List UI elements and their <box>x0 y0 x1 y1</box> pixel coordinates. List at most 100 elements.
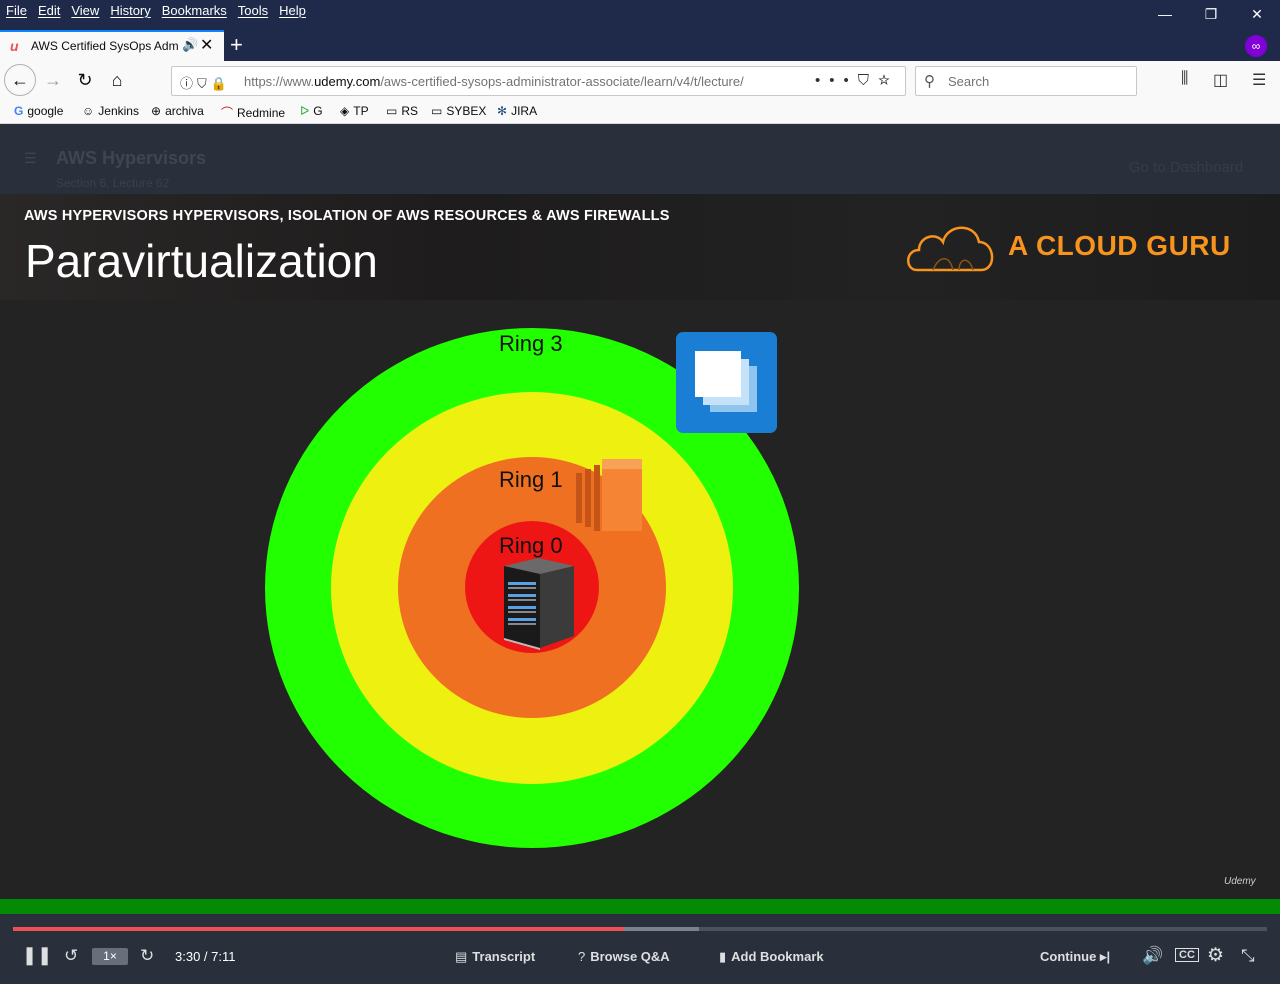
server-icon <box>504 558 574 650</box>
dashboard-link[interactable]: Go to Dashboard <box>1129 159 1243 176</box>
continue-button[interactable]: Continue ▸| <box>1040 949 1110 965</box>
ring-1-label: Ring 1 <box>499 467 563 492</box>
star-icon[interactable]: ☆ <box>878 72 899 89</box>
search-icon: ⚲ <box>924 73 935 90</box>
fullscreen-icon[interactable]: ⤡ <box>1241 946 1255 966</box>
bookmark-folder-rs[interactable]: ▭ RS <box>386 104 418 118</box>
menu-history[interactable]: History <box>110 3 150 18</box>
bookmark-label: google <box>27 104 64 118</box>
reload-button[interactable]: ↻ <box>70 65 100 95</box>
home-icon[interactable]: ⌂ <box>102 65 132 95</box>
redmine-icon: ⌒ <box>221 106 234 120</box>
settings-gear-icon[interactable]: ⚙ <box>1207 944 1224 967</box>
bookmark-label: archiva <box>165 104 204 118</box>
globe-icon: ⊕ <box>151 104 162 118</box>
green-strip <box>0 899 1280 914</box>
tab-title: AWS Certified SysOps Administrator <box>31 39 179 53</box>
speaker-icon[interactable]: 🔊 <box>182 37 198 53</box>
browse-qa-label: Browse Q&A <box>590 949 670 964</box>
cloud-logo-icon <box>907 226 994 272</box>
ec2-instance-icon <box>576 459 642 531</box>
rewind-icon[interactable]: ↺ <box>64 946 78 966</box>
forward-icon[interactable]: ↻ <box>140 946 154 966</box>
hamburger-menu-icon[interactable]: ☰ <box>1252 70 1266 90</box>
progress-played <box>13 927 624 931</box>
search-input[interactable]: ⚲ Search <box>915 66 1137 96</box>
menu-view[interactable]: View <box>71 3 99 18</box>
tp-icon: ◈ <box>340 104 350 118</box>
skip-next-icon: ▸| <box>1099 949 1111 964</box>
page-actions[interactable]: •••⛉☆ <box>815 72 899 89</box>
captions-icon[interactable]: CC <box>1175 948 1199 962</box>
bookmark-tp[interactable]: ◈ TP <box>340 104 369 118</box>
tab-bar: u AWS Certified SysOps Administrator 🔊 ✕… <box>0 30 1280 61</box>
bookmark-redmine[interactable]: ⌒ Redmine <box>221 104 285 121</box>
bookmark-label: RS <box>401 104 419 118</box>
document-icon: ▤ <box>455 949 468 964</box>
g-icon: ᐅ <box>300 104 310 118</box>
video-frame[interactable]: AWS HYPERVISORS HYPERVISORS, ISOLATION O… <box>0 194 1280 899</box>
continue-label: Continue <box>1040 949 1097 964</box>
close-tab-button[interactable]: ✕ <box>200 35 213 55</box>
url-bar[interactable]: ⓘ⛉🔒 https://www.udemy.com/aws-certified-… <box>171 66 906 96</box>
new-tab-button[interactable]: + <box>230 32 243 58</box>
forward-button[interactable]: → <box>38 65 68 95</box>
pause-button[interactable]: ❚❚ <box>22 945 52 966</box>
udemy-watermark: Udemy <box>1224 876 1256 887</box>
bookmark-folder-sybex[interactable]: ▭ SYBEX <box>431 104 486 118</box>
lock-icon: 🔒 <box>210 76 231 91</box>
transcript-label: Transcript <box>472 949 536 964</box>
lecture-title: AWS Hypervisors <box>56 148 207 168</box>
tab-udemy[interactable]: u AWS Certified SysOps Administrator 🔊 ✕ <box>0 30 224 61</box>
transcript-button[interactable]: ▤ Transcript <box>455 949 535 965</box>
library-icon[interactable]: ⫼ <box>1181 70 1188 88</box>
bookmark-g[interactable]: ᐅG <box>300 104 323 118</box>
jira-icon: ✻ <box>497 104 508 118</box>
bookmark-archiva[interactable]: ⊕ archiva <box>151 104 204 118</box>
ring-3-label: Ring 3 <box>499 331 563 356</box>
progress-bar[interactable] <box>13 927 1267 931</box>
minimize-button[interactable]: — <box>1142 4 1188 26</box>
pocket-icon[interactable]: ⛉ <box>858 72 878 89</box>
private-browsing-icon: ∞ <box>1245 35 1267 57</box>
bookmark-jira[interactable]: ✻ JIRA <box>497 104 537 118</box>
application-window-icon <box>676 332 777 433</box>
add-bookmark-button[interactable]: ▮ Add Bookmark <box>719 949 824 965</box>
bookmarks-toolbar: Ggoogle ☺ Jenkins ⊕ archiva ⌒ Redmine ᐅG ◈ T… <box>0 100 1280 124</box>
menu-file[interactable]: File <box>6 3 27 18</box>
add-bookmark-label: Add Bookmark <box>731 949 824 964</box>
menu-bookmarks[interactable]: Bookmarks <box>162 3 227 18</box>
jenkins-icon: ☺ <box>82 104 95 118</box>
bookmark-icon: ▮ <box>719 949 727 964</box>
back-button[interactable]: ← <box>4 64 36 96</box>
menu-edit[interactable]: Edit <box>38 3 60 18</box>
google-icon: G <box>14 104 24 118</box>
question-icon: ? <box>578 949 586 964</box>
volume-icon[interactable]: 🔊 <box>1142 946 1163 966</box>
url-text[interactable]: https://www.udemy.com/aws-certified-syso… <box>244 74 784 89</box>
url-prefix: https://www. <box>244 74 315 89</box>
udemy-logo-icon: u <box>10 38 19 54</box>
lecture-subtitle: Section 6, Lecture 62 <box>56 176 170 190</box>
navigation-bar: ← → ↻ ⌂ ⓘ⛉🔒 https://www.udemy.com/aws-ce… <box>0 61 1280 100</box>
url-domain: udemy.com <box>314 74 381 89</box>
bookmark-google[interactable]: Ggoogle <box>14 104 63 118</box>
folder-icon: ▭ <box>431 104 443 118</box>
restore-button[interactable]: ❐ <box>1188 4 1234 26</box>
slide-supertitle: AWS HYPERVISORS HYPERVISORS, ISOLATION O… <box>24 208 670 224</box>
sidebar-icon[interactable]: ◫ <box>1213 70 1228 90</box>
slide-title: Paravirtualization <box>25 235 378 287</box>
slide-banner: AWS HYPERVISORS HYPERVISORS, ISOLATION O… <box>0 194 1280 300</box>
close-window-button[interactable]: ✕ <box>1234 4 1280 26</box>
video-player-controls: ❚❚ ↺ 1× ↻ 3:30 / 7:11 ▤ Transcript ? Brows… <box>0 914 1280 984</box>
playback-speed-button[interactable]: 1× <box>92 948 128 965</box>
search-placeholder: Search <box>948 74 990 89</box>
curriculum-menu-icon[interactable]: ☰ <box>24 150 37 167</box>
menu-items: File Edit View History Bookmarks Tools Help <box>6 3 317 18</box>
menu-tools[interactable]: Tools <box>238 3 268 18</box>
browse-qa-button[interactable]: ? Browse Q&A <box>578 949 670 964</box>
site-info-icons[interactable]: ⓘ⛉🔒 <box>180 73 231 92</box>
bookmark-jenkins[interactable]: ☺ Jenkins <box>82 104 139 118</box>
bookmark-label: Jenkins <box>98 104 139 118</box>
menu-help[interactable]: Help <box>279 3 306 18</box>
